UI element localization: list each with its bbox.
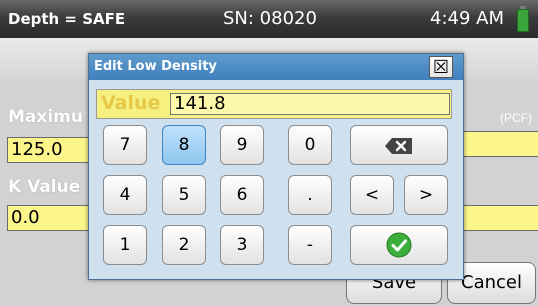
cursor-left-button[interactable]: <: [350, 175, 394, 215]
key-8[interactable]: 8: [162, 125, 206, 165]
maximum-label: Maximu: [8, 107, 83, 127]
clock: 4:49 AM: [430, 8, 504, 29]
key-1[interactable]: 1: [103, 225, 147, 265]
serial-number: SN: 08020: [223, 8, 317, 29]
maximum-field[interactable]: 125.0: [7, 137, 92, 163]
check-icon: [386, 232, 412, 258]
key-3[interactable]: 3: [220, 225, 264, 265]
edit-dialog: Edit Low Density ☒ Value 141.8 7 8 9 0 4…: [88, 53, 464, 280]
k-value-label: K Value: [8, 177, 81, 197]
key-2[interactable]: 2: [162, 225, 206, 265]
battery-icon: [517, 6, 529, 32]
close-icon[interactable]: ☒: [429, 56, 453, 78]
key-9[interactable]: 9: [220, 125, 264, 165]
key-7[interactable]: 7: [103, 125, 147, 165]
key-4[interactable]: 4: [103, 175, 147, 215]
depth-status: Depth = SAFE: [8, 10, 126, 28]
dialog-title: Edit Low Density: [94, 59, 217, 74]
key-minus[interactable]: -: [288, 225, 332, 265]
confirm-button[interactable]: [350, 225, 448, 265]
k-value-field-right[interactable]: [461, 205, 538, 231]
status-bar: Depth = SAFE SN: 08020 4:49 AM: [0, 0, 538, 38]
key-decimal[interactable]: .: [288, 175, 332, 215]
backspace-icon: [385, 138, 412, 154]
maximum-field-right[interactable]: [461, 131, 538, 157]
key-5[interactable]: 5: [162, 175, 206, 215]
value-input[interactable]: 141.8: [170, 93, 450, 115]
backspace-button[interactable]: [350, 125, 448, 165]
unit-label: (PCF): [500, 111, 532, 125]
key-0[interactable]: 0: [288, 125, 332, 165]
cursor-right-button[interactable]: >: [404, 175, 448, 215]
key-6[interactable]: 6: [220, 175, 264, 215]
k-value-field[interactable]: 0.0: [7, 205, 92, 231]
value-row: Value 141.8: [96, 89, 452, 119]
dialog-titlebar: Edit Low Density ☒: [89, 54, 463, 80]
value-label: Value: [101, 92, 161, 114]
